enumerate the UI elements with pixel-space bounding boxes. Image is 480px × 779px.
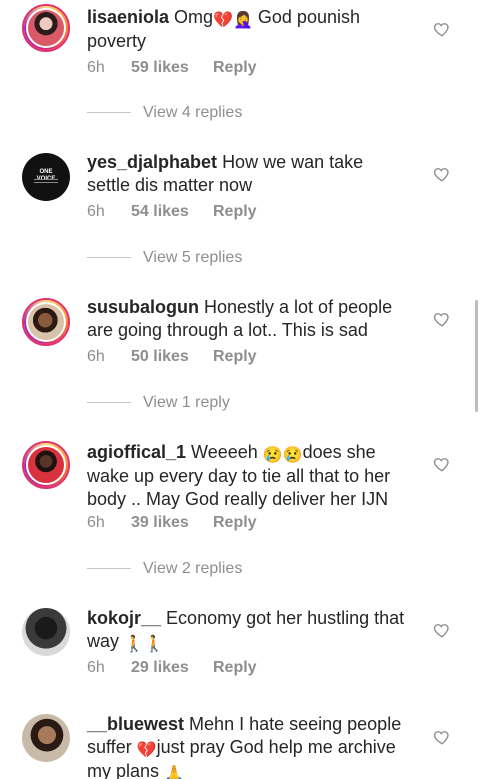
- praying-hands-emoji: 🙏: [164, 766, 184, 779]
- replies-divider: [87, 402, 131, 404]
- reply-button[interactable]: Reply: [213, 203, 257, 221]
- heart-outline-icon[interactable]: [433, 621, 451, 639]
- avatar[interactable]: [22, 714, 70, 762]
- reply-button[interactable]: Reply: [213, 514, 257, 532]
- avatar[interactable]: ONE VOICE: [22, 153, 70, 201]
- username[interactable]: susubalogun: [87, 297, 199, 317]
- comments-screen: lisaeniola Omg💔🤦‍♀️ God pounish poverty 6…: [0, 0, 480, 779]
- comment-text: agioffical_1 Weeeeh 😢😢does she wake up ev…: [87, 441, 407, 511]
- timestamp: 6h: [87, 514, 105, 531]
- comment-text: yes_djalphabet How we wan take settle dis…: [87, 151, 407, 197]
- timestamp: 6h: [87, 659, 105, 676]
- comment-meta: 6h 59 likes Reply: [87, 59, 257, 77]
- comment-meta: 6h 39 likes Reply: [87, 514, 257, 532]
- comment-text: lisaeniola Omg💔🤦‍♀️ God pounish poverty: [87, 6, 407, 53]
- likes-count[interactable]: 59 likes: [131, 59, 213, 77]
- avatar[interactable]: [22, 441, 70, 489]
- likes-count[interactable]: 29 likes: [131, 659, 213, 677]
- avatar[interactable]: [22, 4, 70, 52]
- walking-person-emoji: 🚶🚶: [124, 636, 164, 653]
- broken-heart-emoji: 💔: [136, 742, 157, 759]
- broken-heart-emoji: 💔: [213, 12, 233, 29]
- comment-meta: 6h 54 likes Reply: [87, 203, 257, 221]
- username[interactable]: agioffical_1: [87, 442, 186, 462]
- comment-meta: 6h 50 likes Reply: [87, 348, 257, 366]
- reply-button[interactable]: Reply: [213, 659, 257, 677]
- timestamp: 6h: [87, 348, 105, 365]
- reply-button[interactable]: Reply: [213, 59, 257, 77]
- likes-count[interactable]: 39 likes: [131, 514, 213, 532]
- comment-text: __bluewest Mehn I hate seeing people suff…: [87, 713, 407, 779]
- username[interactable]: __bluewest: [87, 714, 184, 734]
- view-replies-button[interactable]: View 5 replies: [87, 249, 242, 267]
- avatar[interactable]: [22, 608, 70, 656]
- scrollbar[interactable]: [475, 300, 478, 412]
- username[interactable]: lisaeniola: [87, 7, 169, 27]
- likes-count[interactable]: 54 likes: [131, 203, 213, 221]
- timestamp: 6h: [87, 203, 105, 220]
- comment-text: susubalogun Honestly a lot of people are …: [87, 296, 407, 342]
- view-replies-label: View 1 reply: [143, 394, 230, 411]
- heart-outline-icon[interactable]: [433, 310, 451, 328]
- timestamp: 6h: [87, 59, 105, 76]
- username[interactable]: kokojr__: [87, 608, 161, 628]
- replies-divider: [87, 112, 131, 114]
- view-replies-button[interactable]: View 2 replies: [87, 560, 242, 578]
- view-replies-button[interactable]: View 1 reply: [87, 394, 230, 412]
- avatar-label: ONE VOICE: [37, 169, 56, 182]
- likes-count[interactable]: 50 likes: [131, 348, 213, 366]
- heart-outline-icon[interactable]: [433, 20, 451, 38]
- comment-meta: 6h 29 likes Reply: [87, 659, 257, 677]
- heart-outline-icon[interactable]: [433, 728, 451, 746]
- username[interactable]: yes_djalphabet: [87, 152, 217, 172]
- crying-face-emoji: 😢😢: [262, 447, 303, 464]
- comment-body: Omg: [174, 7, 214, 27]
- avatar[interactable]: [22, 298, 70, 346]
- view-replies-label: View 2 replies: [143, 560, 243, 577]
- replies-divider: [87, 568, 131, 570]
- replies-divider: [87, 257, 131, 259]
- heart-outline-icon[interactable]: [433, 455, 451, 473]
- comment-text: kokojr__ Economy got her hustling that wa…: [87, 607, 407, 654]
- view-replies-label: View 5 replies: [143, 249, 243, 266]
- view-replies-label: View 4 replies: [143, 104, 243, 121]
- reply-button[interactable]: Reply: [213, 348, 257, 366]
- comment-body: Weeeeh: [191, 442, 263, 462]
- view-replies-button[interactable]: View 4 replies: [87, 104, 242, 122]
- facepalm-emoji: 🤦‍♀️: [232, 12, 253, 29]
- heart-outline-icon[interactable]: [433, 165, 451, 183]
